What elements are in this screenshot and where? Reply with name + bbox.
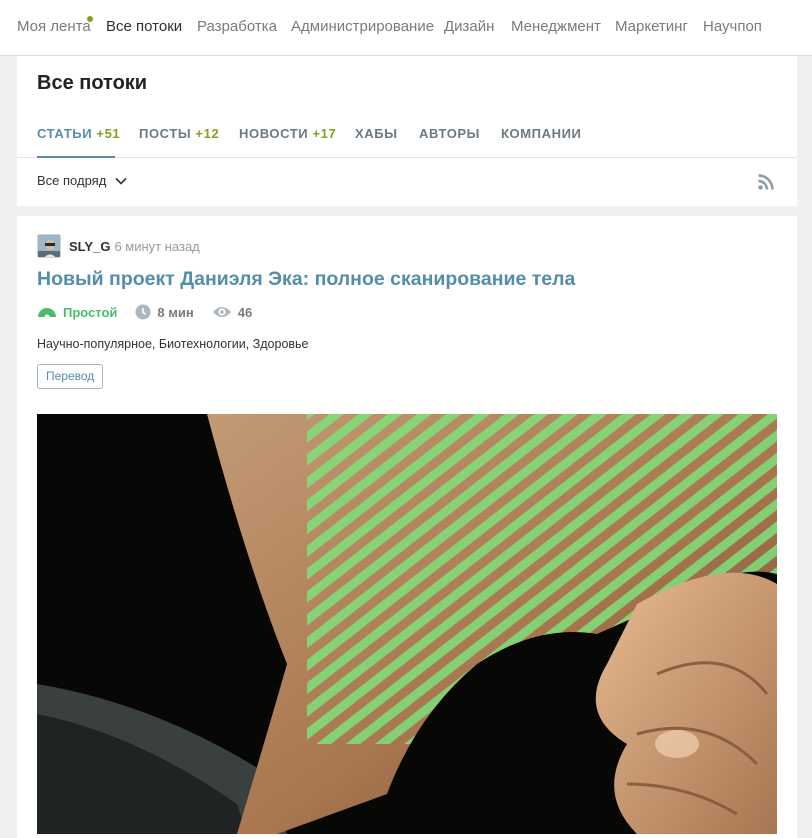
sort-filter-dropdown[interactable]: Все подряд [37, 173, 128, 188]
stream-header: Все потоки СТАТЬИ +51 ПОСТЫ +12 НОВОСТИ … [17, 56, 797, 206]
reading-time: 8 мин [135, 304, 194, 320]
article-cover-image[interactable] [37, 414, 777, 834]
new-content-dot [87, 16, 93, 22]
tab-counter: +51 [96, 126, 121, 141]
nav-administration[interactable]: Администрирование [291, 18, 434, 35]
author-name[interactable]: SLY_G [69, 239, 110, 254]
tab-counter: +17 [312, 126, 337, 141]
article-meta: SLY_G 6 минут назад [37, 234, 200, 258]
top-navigation: Моя лента Все потоки Разработка Админист… [0, 0, 812, 56]
rss-icon[interactable] [757, 173, 775, 191]
nav-popsci[interactable]: Научпоп [703, 18, 762, 35]
hub-link[interactable]: Биотехнологии, [159, 337, 249, 351]
tab-counter: +12 [195, 126, 220, 141]
page-title: Все потоки [37, 72, 148, 94]
level-label: Простой [63, 304, 118, 320]
active-tab-indicator [37, 156, 115, 158]
reading-time-value: 8 мин [157, 304, 194, 320]
views-counter: 46 [212, 305, 252, 320]
nav-management[interactable]: Менеджмент [511, 18, 601, 35]
filter-label: Все подряд [37, 173, 107, 188]
tab-articles[interactable]: СТАТЬИ +51 [37, 126, 120, 141]
tab-posts[interactable]: ПОСТЫ +12 [139, 126, 219, 141]
nav-development[interactable]: Разработка [197, 18, 277, 35]
hub-link[interactable]: Научно-популярное, [37, 337, 155, 351]
tab-label: СТАТЬИ [37, 126, 93, 141]
complexity-level: Простой [37, 305, 117, 320]
translation-badge[interactable]: Перевод [37, 364, 104, 389]
tab-authors[interactable]: АВТОРЫ [419, 126, 480, 141]
article-hubs: Научно-популярное, Биотехнологии, Здоров… [37, 337, 309, 351]
hub-link[interactable]: Здоровье [253, 337, 309, 351]
stream-tabs: СТАТЬИ +51 ПОСТЫ +12 НОВОСТИ +17 ХАБЫ АВ… [17, 116, 797, 158]
level-icon [38, 308, 56, 318]
tab-companies[interactable]: КОМПАНИИ [501, 126, 581, 141]
nav-my-feed[interactable]: Моя лента [17, 18, 91, 35]
nav-design[interactable]: Дизайн [444, 18, 494, 35]
article-card: SLY_G 6 минут назад Новый проект Даниэля… [17, 216, 797, 838]
post-time: 6 минут назад [114, 238, 200, 254]
tab-label: НОВОСТИ [239, 126, 309, 141]
views-value: 46 [237, 304, 253, 320]
tab-hubs[interactable]: ХАБЫ [355, 126, 398, 141]
article-title[interactable]: Новый проект Даниэля Эка: полное сканиро… [37, 268, 575, 291]
chevron-down-icon [115, 177, 127, 185]
avatar[interactable] [37, 234, 61, 258]
nav-all-streams[interactable]: Все потоки [106, 18, 182, 35]
nav-marketing[interactable]: Маркетинг [615, 18, 688, 35]
clock-icon [135, 304, 151, 320]
eye-icon [212, 307, 231, 317]
article-stats: Простой 8 мин 46 [37, 304, 270, 320]
tab-label: ПОСТЫ [139, 126, 192, 141]
tab-news[interactable]: НОВОСТИ +17 [239, 126, 336, 141]
